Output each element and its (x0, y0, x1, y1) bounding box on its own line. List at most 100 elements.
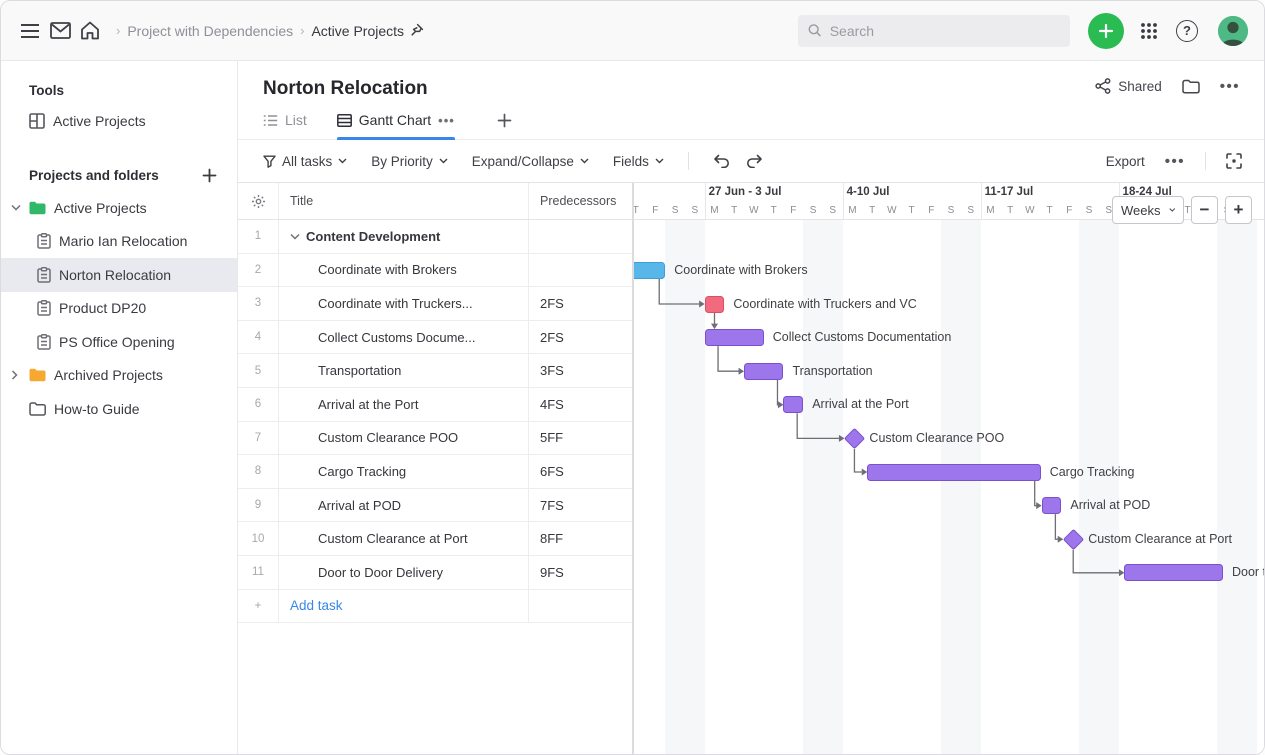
zoom-in-button[interactable]: + (1225, 196, 1252, 224)
avatar[interactable] (1218, 16, 1248, 46)
gantt-bar-door-to-door-delivery[interactable] (1124, 564, 1223, 581)
hamburger-menu-icon[interactable] (15, 16, 45, 46)
task-title-cell[interactable]: Custom Clearance at Port (279, 522, 529, 555)
gantt-bar-coordinate-with-brokers[interactable] (634, 262, 665, 279)
table-row-door-to-door-delivery: 11Door to Door Delivery9FS (238, 556, 632, 590)
chevron-down-icon[interactable] (290, 233, 300, 240)
gantt-bar-arrival-at-the-port[interactable] (783, 396, 803, 413)
undo-button[interactable] (713, 154, 731, 168)
predecessors-cell[interactable]: 2FS (529, 321, 632, 354)
row-number: 4 (238, 321, 279, 354)
tab-list[interactable]: List (263, 112, 307, 139)
table-settings-button[interactable] (238, 183, 279, 219)
fields-dropdown[interactable]: Fields (613, 154, 664, 169)
task-title-cell[interactable]: Custom Clearance POO (279, 422, 529, 455)
folder-filled-icon (29, 368, 46, 382)
predecessors-cell[interactable]: 3FS (529, 354, 632, 387)
day-letter: S (941, 202, 961, 218)
task-title-cell[interactable]: Arrival at the Port (279, 388, 529, 421)
shared-button[interactable]: Shared (1095, 78, 1162, 94)
tab-gantt-chart[interactable]: Gantt Chart ••• (337, 112, 455, 139)
week-label: 27 Jun - 3 Jul (709, 186, 782, 198)
column-header-title[interactable]: Title (279, 183, 529, 219)
day-letter: T (764, 202, 784, 218)
task-title-cell[interactable]: Content Development (279, 220, 529, 253)
predecessors-cell[interactable]: 2FS (529, 287, 632, 320)
task-title-cell[interactable]: Collect Customs Docume... (279, 321, 529, 354)
task-title-cell[interactable]: Cargo Tracking (279, 455, 529, 488)
zoom-out-button[interactable]: − (1191, 196, 1218, 224)
gantt-bar-arrival-at-pod[interactable] (1042, 497, 1062, 514)
predecessors-cell[interactable]: 6FS (529, 455, 632, 488)
fullscreen-button[interactable] (1226, 153, 1242, 169)
sidebar-item-archived-projects[interactable]: Archived Projects (1, 359, 237, 393)
mail-icon[interactable] (45, 16, 75, 46)
sidebar-item-active-projects[interactable]: Active Projects (1, 191, 237, 225)
predecessors-cell[interactable]: 7FS (529, 489, 632, 522)
add-task-plus-icon[interactable]: + (238, 590, 279, 623)
predecessors-cell[interactable]: 9FS (529, 556, 632, 589)
day-letter: W (744, 202, 764, 218)
apps-grid-icon[interactable] (1134, 16, 1164, 46)
day-letter: F (921, 202, 941, 218)
task-title-cell[interactable]: Coordinate with Truckers... (279, 287, 529, 320)
breadcrumb-item-project-with-dependencies[interactable]: Project with Dependencies (127, 23, 293, 39)
filter-all-tasks-dropdown[interactable]: All tasks (263, 154, 347, 169)
task-title-cell[interactable]: Door to Door Delivery (279, 556, 529, 589)
home-icon[interactable] (75, 16, 105, 46)
chevron-right-icon[interactable] (11, 370, 18, 380)
gantt-bar-cargo-tracking[interactable] (867, 464, 1040, 481)
sidebar-item-active-projects-tool[interactable]: Active Projects (1, 104, 237, 138)
sidebar-item-mario-ian-relocation[interactable]: Mario Ian Relocation (1, 225, 237, 259)
predecessors-cell[interactable]: 8FF (529, 522, 632, 555)
gantt-bar-transportation[interactable] (744, 363, 783, 380)
predecessors-cell[interactable]: 4FS (529, 388, 632, 421)
gantt-milestone-custom-clearance-poo[interactable] (844, 428, 865, 449)
help-button[interactable]: ? (1172, 16, 1202, 46)
export-button[interactable]: Export (1106, 154, 1145, 169)
sidebar-item-ps-office-opening[interactable]: PS Office Opening (1, 325, 237, 359)
column-header-predecessors[interactable]: Predecessors (529, 183, 632, 219)
search-box[interactable] (798, 15, 1070, 47)
chevron-down-icon[interactable] (11, 204, 21, 211)
add-project-button[interactable] (202, 168, 217, 183)
day-letter: W (882, 202, 902, 218)
sidebar-item-how-to-guide[interactable]: How-to Guide (1, 392, 237, 426)
gantt-bar-collect-customs-documentation[interactable] (705, 329, 764, 346)
table-row-coordinate-with-brokers: 2Coordinate with Brokers (238, 254, 632, 288)
add-view-button[interactable] (497, 113, 512, 139)
gantt-bar-coordinate-with-truckers-and-vc[interactable] (705, 296, 725, 313)
day-letter: S (961, 202, 981, 218)
pin-icon[interactable] (404, 16, 428, 46)
row-number: 9 (238, 489, 279, 522)
sidebar-item-norton-relocation[interactable]: Norton Relocation (1, 258, 237, 292)
toolbar-more-button[interactable]: ••• (1165, 154, 1185, 169)
tool-item-label: Active Projects (53, 113, 146, 129)
predecessors-cell[interactable] (529, 220, 632, 253)
more-options-button[interactable]: ••• (1220, 79, 1240, 94)
add-task-button[interactable]: Add task (279, 590, 529, 623)
topbar: › Project with Dependencies › Active Pro… (1, 1, 1264, 61)
task-title-cell[interactable]: Arrival at POD (279, 489, 529, 522)
predecessors-cell[interactable] (529, 254, 632, 287)
row-number: 1 (238, 220, 279, 253)
predecessors-cell[interactable]: 5FF (529, 422, 632, 455)
project-icon (37, 233, 51, 249)
row-number: 10 (238, 522, 279, 555)
sidebar-item-product-dp20[interactable]: Product DP20 (1, 292, 237, 326)
task-title-cell[interactable]: Transportation (279, 354, 529, 387)
task-title: Cargo Tracking (318, 464, 406, 479)
breadcrumb-item-active-projects[interactable]: Active Projects (311, 23, 404, 39)
redo-button[interactable] (745, 154, 763, 168)
task-title-cell[interactable]: Coordinate with Brokers (279, 254, 529, 287)
search-icon (808, 23, 822, 38)
timescale-dropdown[interactable]: Weeks (1112, 196, 1184, 224)
gantt-bar-label: Custom Clearance POO (869, 430, 1004, 447)
by-priority-dropdown[interactable]: By Priority (371, 154, 448, 169)
create-new-button[interactable] (1088, 13, 1124, 49)
search-input[interactable] (830, 23, 1060, 39)
expand-collapse-dropdown[interactable]: Expand/Collapse (472, 154, 589, 169)
shared-label: Shared (1118, 79, 1162, 94)
tab-more-icon[interactable]: ••• (438, 113, 455, 128)
folder-button[interactable] (1182, 79, 1200, 94)
